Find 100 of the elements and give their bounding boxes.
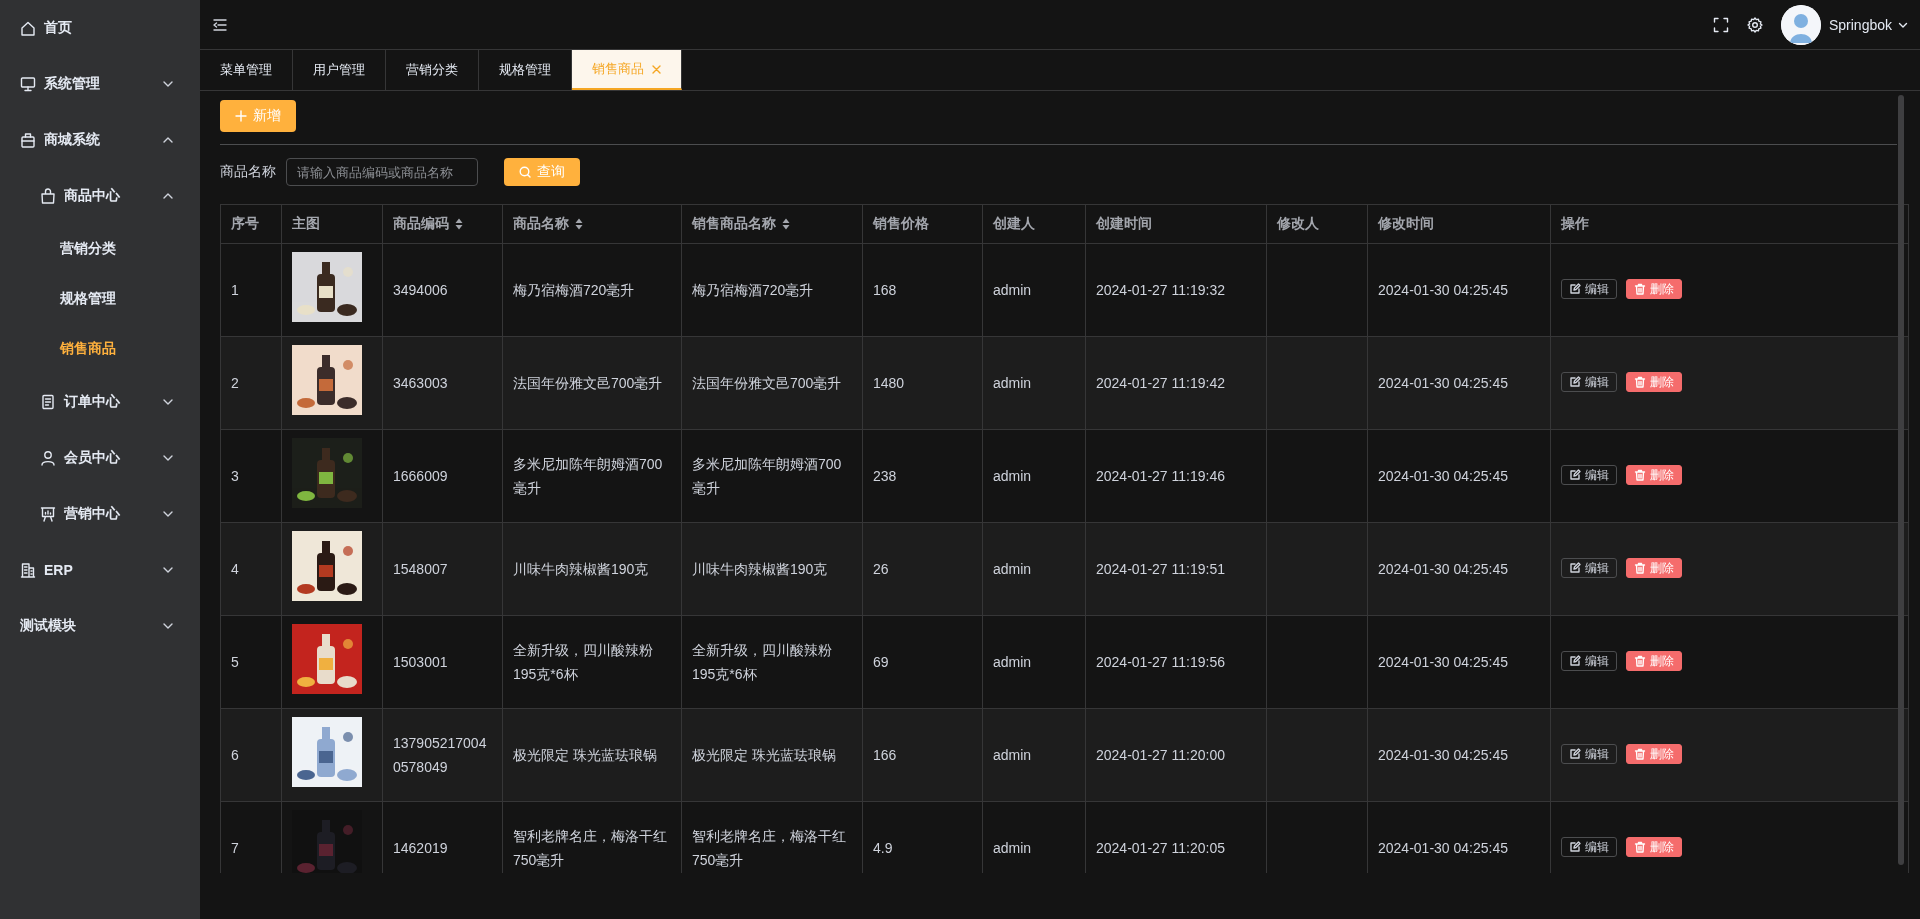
table-cell: 梅乃宿梅酒720毫升 bbox=[681, 243, 863, 337]
table-cell: 2024-01-27 11:20:00 bbox=[1085, 708, 1267, 802]
menu-item[interactable]: ERP bbox=[0, 542, 200, 598]
table-cell: 川味牛肉辣椒酱190克 bbox=[502, 522, 682, 616]
trash-icon bbox=[1634, 283, 1646, 295]
bag-icon bbox=[20, 132, 36, 148]
edit-icon bbox=[1569, 376, 1581, 388]
presentation-icon bbox=[40, 506, 56, 522]
menu-item[interactable]: 营销中心 bbox=[0, 486, 200, 542]
table-cell: 川味牛肉辣椒酱190克 bbox=[681, 522, 863, 616]
menu-item[interactable]: 商城系统 bbox=[0, 112, 200, 168]
trash-icon bbox=[1634, 748, 1646, 760]
table-cell: 2024-01-27 11:19:32 bbox=[1085, 243, 1267, 337]
edit-icon bbox=[1569, 655, 1581, 667]
edit-icon bbox=[1569, 469, 1581, 481]
menu-item[interactable]: 首页 bbox=[0, 0, 200, 56]
table-cell: 梅乃宿梅酒720毫升 bbox=[502, 243, 682, 337]
column-header: 销售价格 bbox=[862, 204, 983, 244]
column-header: 序号 bbox=[220, 204, 282, 244]
column-header[interactable]: 销售商品名称 bbox=[681, 204, 863, 244]
edit-button[interactable]: 编辑 bbox=[1561, 279, 1617, 299]
table-cell: 2024-01-30 04:25:45 bbox=[1367, 522, 1551, 616]
edit-icon bbox=[1569, 562, 1581, 574]
table-cell: admin bbox=[982, 429, 1086, 523]
home-icon bbox=[20, 20, 36, 36]
search-field[interactable]: 请输入商品编码或商品名称 bbox=[286, 158, 478, 186]
search-icon bbox=[519, 166, 531, 178]
column-header[interactable]: 商品编码 bbox=[382, 204, 503, 244]
user-menu[interactable]: Springbok bbox=[1828, 16, 1908, 33]
table-cell: 6 bbox=[220, 708, 282, 802]
sort-icon[interactable] bbox=[575, 218, 583, 231]
column-header: 修改人 bbox=[1266, 204, 1368, 244]
table-cell: 极光限定 珠光蓝珐琅锅 bbox=[502, 708, 682, 802]
column-header: 创建人 bbox=[982, 204, 1086, 244]
plus-icon bbox=[235, 110, 247, 122]
trash-icon bbox=[1634, 376, 1646, 388]
table-cell: 1480 bbox=[862, 336, 983, 430]
table-cell: 法国年份雅文邑700毫升 bbox=[502, 336, 682, 430]
table-cell: 多米尼加陈年朗姆酒700毫升 bbox=[502, 429, 682, 523]
table-cell: 1666009 bbox=[382, 429, 503, 523]
sort-icon[interactable] bbox=[455, 218, 463, 231]
menu-item[interactable]: 会员中心 bbox=[0, 430, 200, 486]
column-header[interactable]: 商品名称 bbox=[502, 204, 682, 244]
edit-icon bbox=[1569, 841, 1581, 853]
table-cell: 1 bbox=[220, 243, 282, 337]
avatar[interactable] bbox=[1780, 4, 1821, 45]
column-header: 主图 bbox=[281, 204, 383, 244]
menu-item[interactable]: 销售商品 bbox=[0, 324, 200, 374]
edit-button[interactable]: 编辑 bbox=[1561, 465, 1617, 485]
menu-item[interactable]: 测试模块 bbox=[0, 598, 200, 654]
table-cell: 2024-01-27 11:19:42 bbox=[1085, 336, 1267, 430]
menu-icon[interactable] bbox=[212, 16, 228, 33]
menu-item[interactable]: 系统管理 bbox=[0, 56, 200, 112]
table-cell: admin bbox=[982, 336, 1086, 430]
menu-item[interactable]: 商品中心 bbox=[0, 168, 200, 224]
edit-button[interactable]: 编辑 bbox=[1561, 558, 1617, 578]
menu-item[interactable]: 订单中心 bbox=[0, 374, 200, 430]
menu-item[interactable]: 规格管理 bbox=[0, 274, 200, 324]
column-header: 创建时间 bbox=[1085, 204, 1267, 244]
table-cell: 2024-01-27 11:19:46 bbox=[1085, 429, 1267, 523]
tab[interactable]: 用户管理 bbox=[293, 50, 386, 90]
tab[interactable]: 营销分类 bbox=[386, 50, 479, 90]
trash-icon bbox=[1634, 655, 1646, 667]
edit-button[interactable]: 编辑 bbox=[1561, 837, 1617, 857]
table-cell: 2024-01-30 04:25:45 bbox=[1367, 429, 1551, 523]
edit-button[interactable]: 编辑 bbox=[1561, 372, 1617, 392]
edit-button[interactable]: 编辑 bbox=[1561, 651, 1617, 671]
table-cell: 多米尼加陈年朗姆酒700毫升 bbox=[681, 429, 863, 523]
table-cell: 1503001 bbox=[382, 615, 503, 709]
table-cell: 2024-01-27 11:19:51 bbox=[1085, 522, 1267, 616]
menu-item[interactable]: 营销分类 bbox=[0, 224, 200, 274]
table-cell: 1548007 bbox=[382, 522, 503, 616]
table-cell: 69 bbox=[862, 615, 983, 709]
settings-icon[interactable] bbox=[1746, 16, 1763, 33]
scrollbar[interactable] bbox=[1898, 95, 1904, 865]
column-header: 操作 bbox=[1550, 204, 1909, 244]
table-cell: 2024-01-30 04:25:45 bbox=[1367, 708, 1551, 802]
table-cell: admin bbox=[982, 522, 1086, 616]
table-cell: 1379052170040578049 bbox=[382, 708, 503, 802]
table-cell: 法国年份雅文邑700毫升 bbox=[681, 336, 863, 430]
table-cell: 4 bbox=[220, 522, 282, 616]
table-cell: 3 bbox=[220, 429, 282, 523]
table-cell: admin bbox=[982, 708, 1086, 802]
table-cell: 全新升级，四川酸辣粉195克*6杯 bbox=[502, 615, 682, 709]
shopping-bag-icon bbox=[40, 188, 56, 204]
table-cell: 5 bbox=[220, 615, 282, 709]
table-cell: 2024-01-30 04:25:45 bbox=[1367, 243, 1551, 337]
tab[interactable]: 菜单管理 bbox=[200, 50, 293, 90]
table-cell: 全新升级，四川酸辣粉195克*6杯 bbox=[681, 615, 863, 709]
trash-icon bbox=[1634, 841, 1646, 853]
trash-icon bbox=[1634, 469, 1646, 481]
sort-icon[interactable] bbox=[782, 218, 790, 231]
table-cell: 2 bbox=[220, 336, 282, 430]
table-cell: 2024-01-30 04:25:45 bbox=[1367, 615, 1551, 709]
edit-button[interactable]: 编辑 bbox=[1561, 744, 1617, 764]
table-cell: 168 bbox=[862, 243, 983, 337]
field-label: 商品名称 bbox=[220, 163, 276, 181]
user-icon bbox=[40, 450, 56, 466]
table-cell: 26 bbox=[862, 522, 983, 616]
fullscreen-icon[interactable] bbox=[1712, 16, 1729, 33]
